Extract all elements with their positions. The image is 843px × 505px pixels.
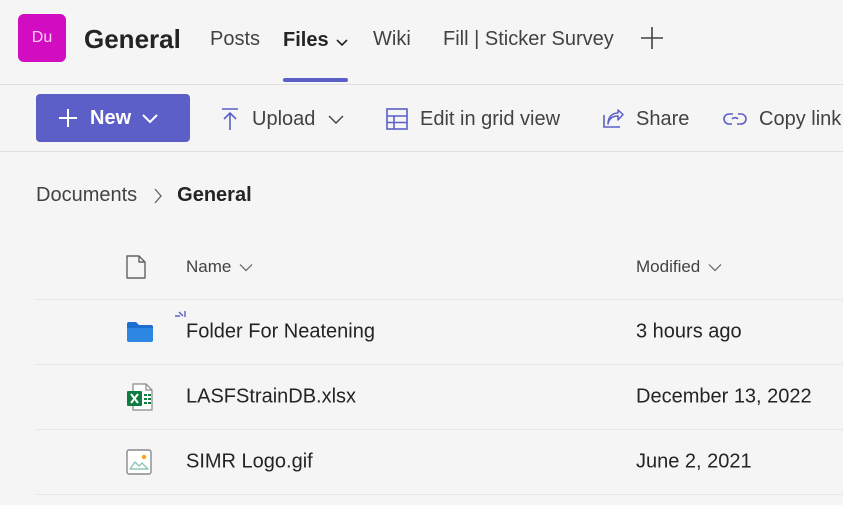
column-label: Name — [186, 257, 232, 276]
tab-label: Files — [283, 29, 329, 51]
file-name[interactable]: Folder For Neatening — [186, 321, 375, 344]
file-icon — [126, 255, 146, 279]
channel-title: General — [84, 24, 181, 54]
tab-label: Fill | Sticker Survey — [443, 28, 614, 50]
tab-posts[interactable]: Posts — [210, 28, 260, 51]
tab-wiki[interactable]: Wiki — [373, 28, 411, 51]
team-avatar[interactable]: Du — [18, 14, 66, 62]
chevron-down-icon — [239, 263, 253, 272]
upload-button[interactable]: Upload — [220, 104, 345, 134]
excel-file-icon — [126, 383, 154, 411]
share-label: Share — [636, 107, 690, 130]
chevron-down-icon — [335, 30, 349, 53]
chevron-down-icon — [142, 114, 158, 124]
add-tab-button[interactable] — [640, 26, 664, 50]
chevron-down-icon — [327, 113, 345, 125]
breadcrumb-documents[interactable]: Documents — [36, 184, 137, 207]
new-label: New — [90, 106, 132, 129]
file-name[interactable]: SIMR Logo.gif — [186, 451, 313, 474]
copy-link-label: Copy link — [759, 107, 842, 130]
file-type-column-header[interactable] — [126, 255, 146, 279]
column-label: Modified — [636, 257, 701, 276]
files-toolbar: New Upload Edit in grid view Share Copy … — [0, 86, 843, 152]
share-button[interactable]: Share — [602, 104, 689, 134]
chevron-down-icon — [708, 263, 722, 272]
modified-date: June 2, 2021 — [636, 450, 752, 473]
upload-icon — [220, 107, 240, 131]
table-row[interactable]: SIMR Logo.gif June 2, 2021 — [36, 430, 843, 495]
modified-date: 3 hours ago — [636, 320, 742, 343]
channel-header: Du General Posts Files Wiki Fill | Stick… — [0, 0, 843, 85]
tab-sticker-survey[interactable]: Fill | Sticker Survey — [443, 28, 614, 51]
file-name[interactable]: LASFStrainDB.xlsx — [186, 386, 356, 409]
image-file-icon — [126, 449, 152, 475]
edit-grid-view-button[interactable]: Edit in grid view — [386, 104, 560, 134]
tab-files[interactable]: Files — [283, 28, 349, 53]
link-icon — [723, 111, 747, 127]
copy-link-button[interactable]: Copy link — [723, 104, 841, 134]
tab-label: Wiki — [373, 28, 411, 50]
avatar-initials: Du — [31, 29, 53, 46]
name-column-header[interactable]: Name — [186, 257, 253, 277]
files-table: Name Modified Folder For Neatening 3 hou… — [36, 235, 843, 495]
new-button[interactable]: New — [36, 94, 190, 142]
grid-icon — [386, 108, 408, 130]
active-tab-indicator — [283, 78, 348, 82]
folder-icon — [126, 321, 154, 343]
breadcrumb: Documents General — [36, 184, 252, 207]
chevron-right-icon — [153, 187, 163, 205]
table-row[interactable]: LASFStrainDB.xlsx December 13, 2022 — [36, 365, 843, 430]
plus-icon — [641, 27, 663, 49]
modified-date: December 13, 2022 — [636, 385, 812, 408]
tab-label: Posts — [210, 28, 261, 50]
plus-icon — [59, 109, 77, 127]
modified-column-header[interactable]: Modified — [636, 257, 722, 277]
table-header: Name Modified — [36, 235, 843, 300]
upload-label: Upload — [252, 107, 316, 130]
breadcrumb-current: General — [177, 184, 252, 206]
table-row[interactable]: Folder For Neatening 3 hours ago — [36, 300, 843, 365]
share-icon — [602, 109, 624, 129]
edit-grid-label: Edit in grid view — [420, 107, 561, 130]
